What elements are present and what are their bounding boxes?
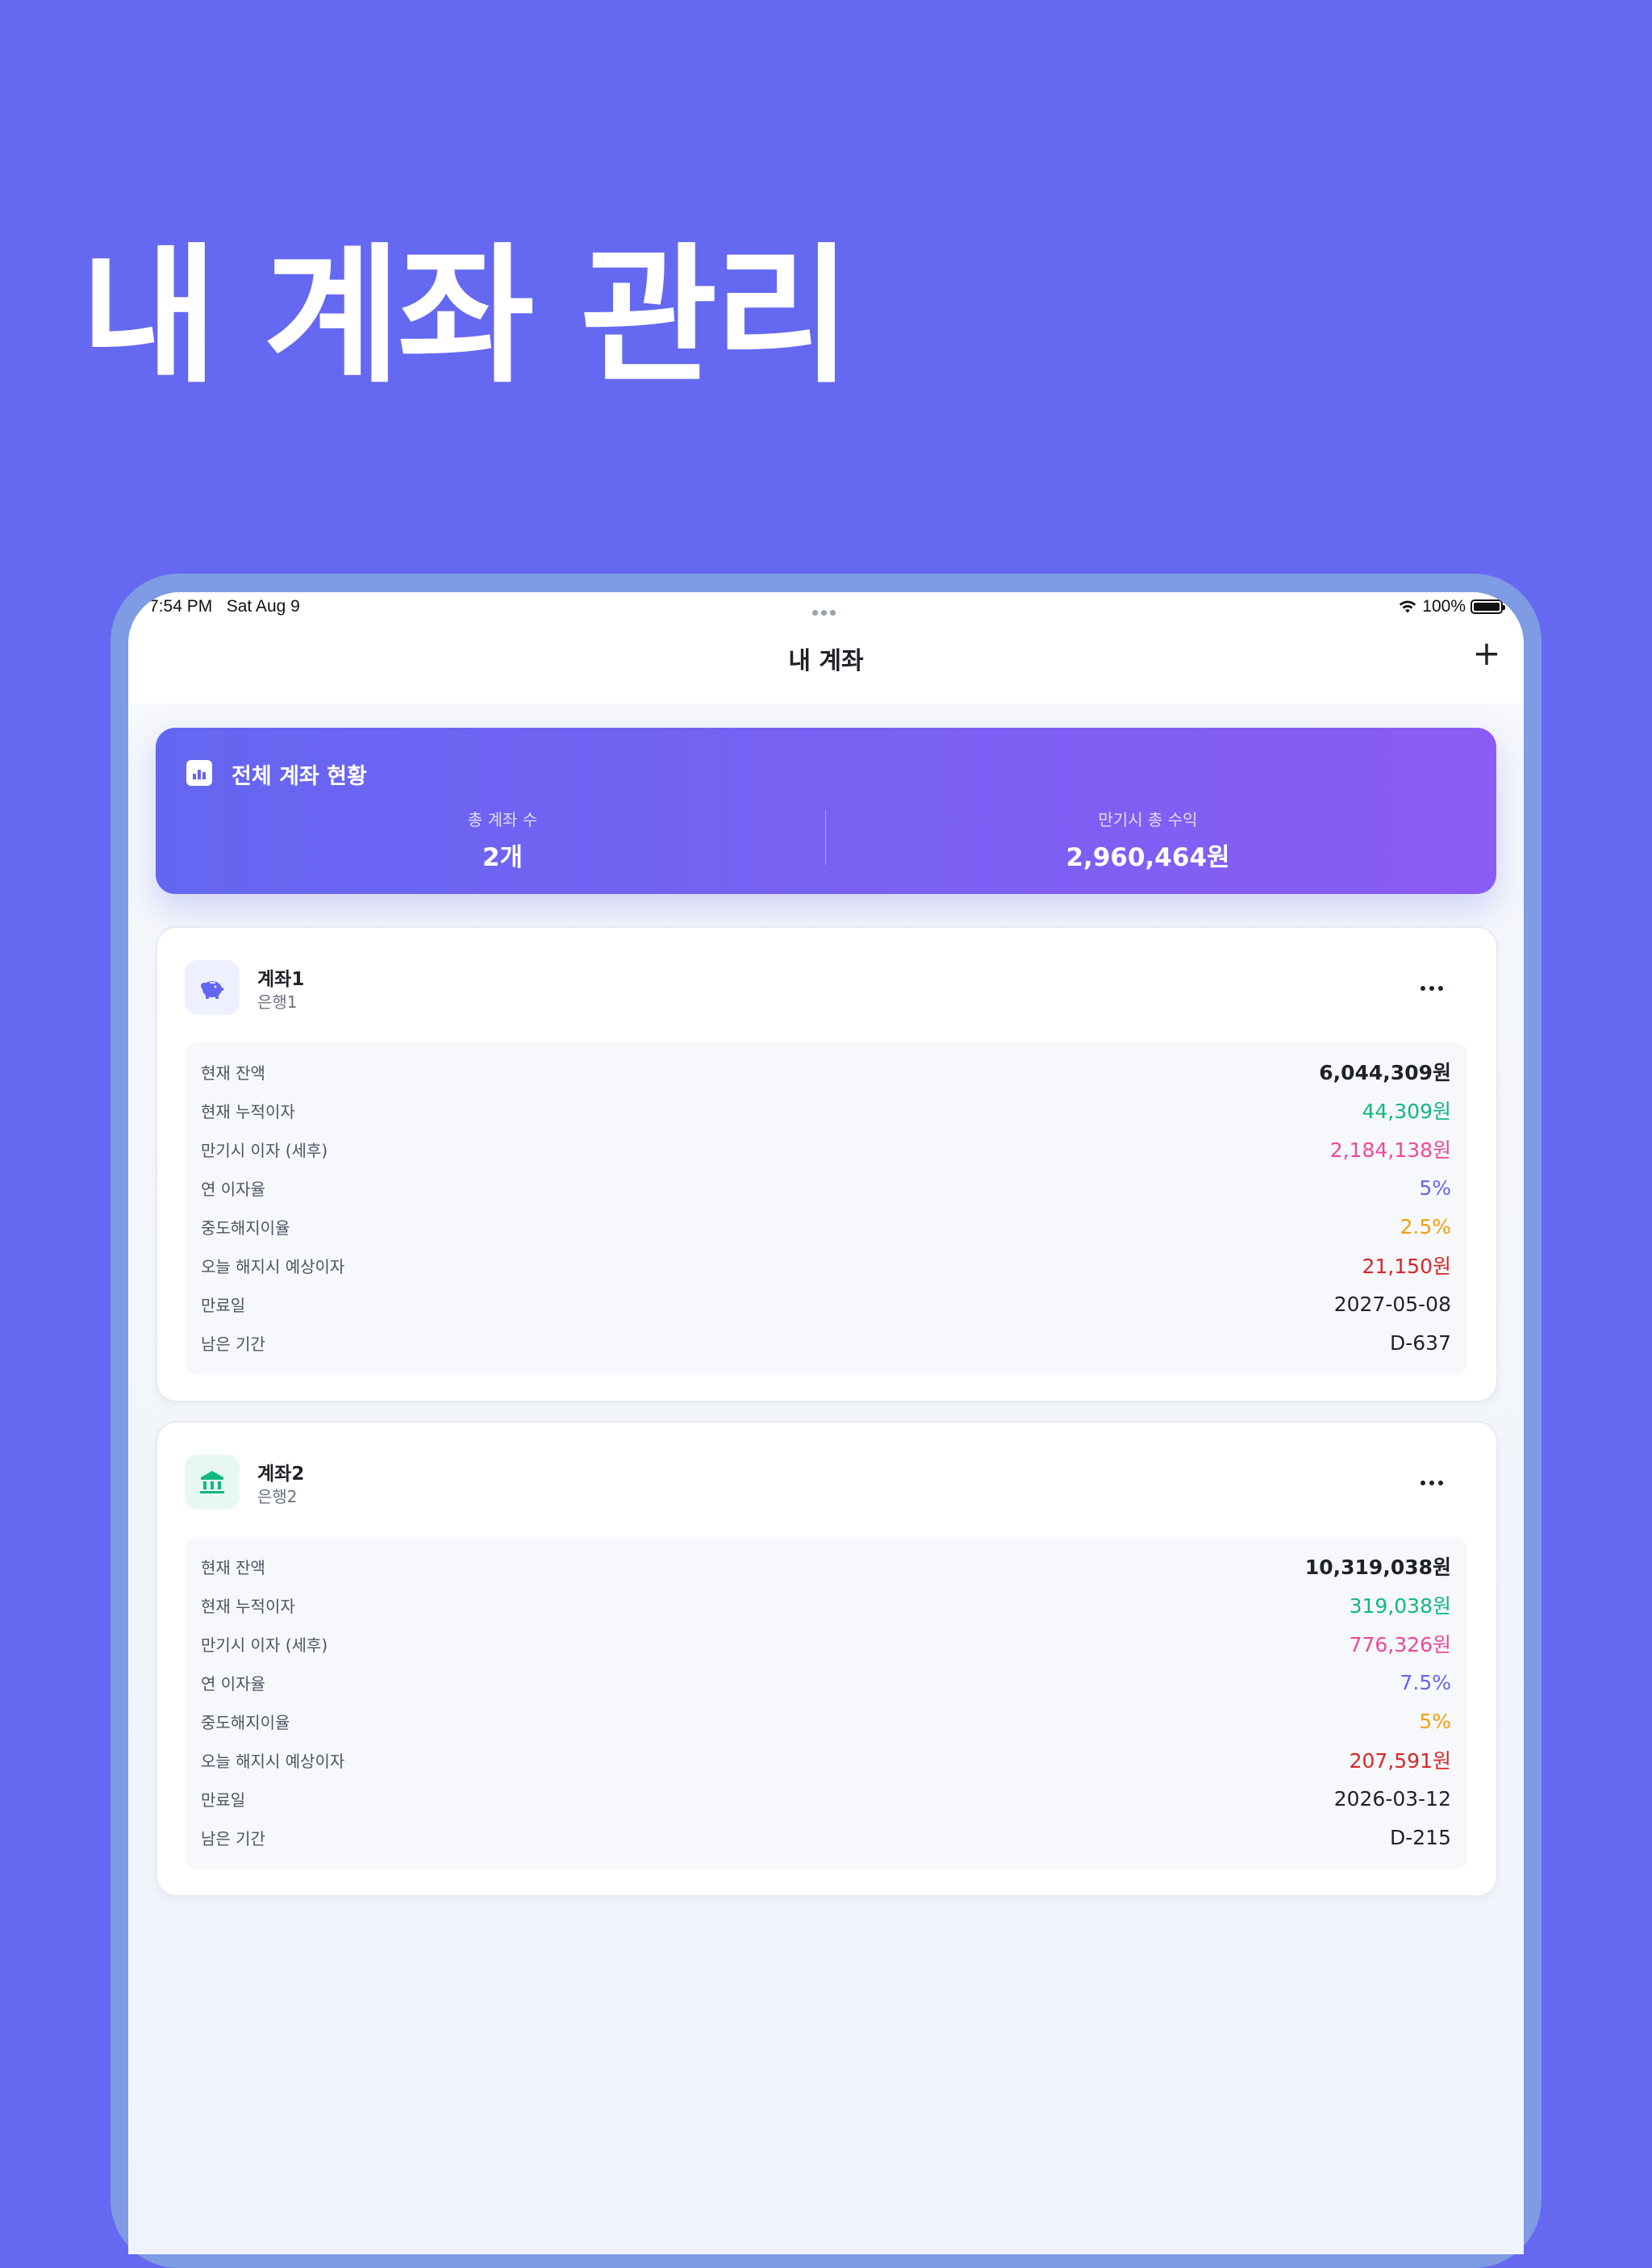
maturity-interest-label: 만기시 이자 (세후) xyxy=(201,1635,328,1655)
status-date-text: Sat Aug 9 xyxy=(226,597,300,616)
account-bank: 은행1 xyxy=(257,992,298,1012)
piggy-bank-icon xyxy=(185,960,240,1015)
account-details: 현재 잔액 10,319,038원 현재 누적이자 319,038원 만기시 이… xyxy=(185,1537,1467,1869)
account-name: 계좌2 xyxy=(257,1464,305,1485)
detail-row: 현재 잔액 10,319,038원 xyxy=(201,1550,1451,1582)
detail-row: 연 이자율 7.5% xyxy=(201,1666,1451,1698)
annual-rate-label: 연 이자율 xyxy=(201,1673,265,1694)
balance-value: 6,044,309원 xyxy=(1319,1061,1451,1084)
account-card[interactable]: 계좌2 은행2 현재 잔액 10,319,038원 현재 누적이자 319,03… xyxy=(156,1421,1498,1897)
total-accounts-value: 2개 xyxy=(482,843,524,872)
status-indicators: 100% xyxy=(1398,597,1505,616)
balance-label: 현재 잔액 xyxy=(201,1557,265,1577)
maturity-date-label: 만료일 xyxy=(201,1790,246,1810)
today-interest-label: 오늘 해지시 예상이자 xyxy=(201,1751,345,1771)
maturity-interest-label: 만기시 이자 (세후) xyxy=(201,1140,328,1160)
device-screen: 7:54 PM Sat Aug 9 100% 내 계좌 + 전체 계좌 현황 총… xyxy=(128,592,1524,2254)
bank-building-icon xyxy=(185,1455,240,1510)
status-bar: 7:54 PM Sat Aug 9 100% xyxy=(128,592,1524,623)
total-accounts-label: 총 계좌 수 xyxy=(467,810,538,829)
more-options-button[interactable] xyxy=(1412,1471,1451,1495)
detail-row: 남은 기간 D-215 xyxy=(201,1821,1451,1853)
remaining-period-label: 남은 기간 xyxy=(201,1828,265,1848)
maturity-interest-value: 776,326원 xyxy=(1349,1633,1451,1656)
detail-row: 연 이자율 5% xyxy=(201,1172,1451,1204)
account-name: 계좌1 xyxy=(257,969,305,990)
today-interest-label: 오늘 해지시 예상이자 xyxy=(201,1256,345,1276)
early-rate-value: 2.5% xyxy=(1400,1214,1451,1238)
remaining-period-value: D-215 xyxy=(1390,1825,1451,1849)
maturity-date-value: 2027-05-08 xyxy=(1333,1292,1451,1316)
detail-row: 중도해지이율 5% xyxy=(201,1705,1451,1737)
today-interest-value: 207,591원 xyxy=(1349,1749,1451,1773)
detail-row: 만기시 이자 (세후) 2,184,138원 xyxy=(201,1133,1451,1165)
total-profit-value: 2,960,464원 xyxy=(1066,843,1230,872)
detail-row: 현재 누적이자 44,309원 xyxy=(201,1094,1451,1126)
total-accounts-stat: 총 계좌 수 2개 xyxy=(180,807,825,873)
accrued-interest-label: 현재 누적이자 xyxy=(201,1596,295,1616)
summary-title: 전체 계좌 현황 xyxy=(232,764,367,789)
accrued-interest-value: 44,309원 xyxy=(1362,1100,1451,1123)
detail-row: 만기시 이자 (세후) 776,326원 xyxy=(201,1627,1451,1660)
summary-card: 전체 계좌 현황 총 계좌 수 2개 만기시 총 수익 2,960,464원 xyxy=(156,728,1496,894)
battery-icon xyxy=(1471,599,1505,614)
total-profit-label: 만기시 총 수익 xyxy=(1098,810,1198,829)
balance-value: 10,319,038원 xyxy=(1304,1556,1451,1579)
status-time: 7:54 PM Sat Aug 9 xyxy=(149,597,300,616)
early-rate-value: 5% xyxy=(1419,1709,1451,1733)
detail-row: 중도해지이율 2.5% xyxy=(201,1210,1451,1243)
remaining-period-label: 남은 기간 xyxy=(201,1334,265,1354)
today-interest-value: 21,150원 xyxy=(1362,1255,1451,1278)
early-rate-label: 중도해지이율 xyxy=(201,1712,290,1732)
account-details: 현재 잔액 6,044,309원 현재 누적이자 44,309원 만기시 이자 … xyxy=(185,1042,1467,1375)
annual-rate-label: 연 이자율 xyxy=(201,1179,265,1199)
wifi-icon xyxy=(1400,600,1416,613)
maturity-interest-value: 2,184,138원 xyxy=(1329,1138,1451,1162)
maturity-date-label: 만료일 xyxy=(201,1295,246,1315)
remaining-period-value: D-637 xyxy=(1390,1330,1451,1355)
early-rate-label: 중도해지이율 xyxy=(201,1218,290,1238)
nav-bar: 내 계좌 + xyxy=(128,623,1524,704)
multitasking-dots-icon[interactable] xyxy=(811,604,837,619)
add-account-button[interactable]: + xyxy=(1471,637,1503,670)
page-title: 내 계좌 xyxy=(788,647,864,675)
status-time-text: 7:54 PM xyxy=(149,597,213,616)
detail-row: 만료일 2026-03-12 xyxy=(201,1782,1451,1815)
accrued-interest-label: 현재 누적이자 xyxy=(201,1101,295,1121)
more-options-button[interactable] xyxy=(1412,976,1451,1000)
chart-icon xyxy=(186,760,212,786)
balance-label: 현재 잔액 xyxy=(201,1063,265,1083)
accrued-interest-value: 319,038원 xyxy=(1349,1594,1451,1618)
detail-row: 오늘 해지시 예상이자 207,591원 xyxy=(201,1744,1451,1776)
detail-row: 현재 잔액 6,044,309원 xyxy=(201,1055,1451,1088)
account-bank: 은행2 xyxy=(257,1487,298,1506)
detail-row: 오늘 해지시 예상이자 21,150원 xyxy=(201,1249,1451,1281)
total-profit-stat: 만기시 총 수익 2,960,464원 xyxy=(825,807,1471,873)
detail-row: 남은 기간 D-637 xyxy=(201,1326,1451,1359)
battery-percent: 100% xyxy=(1422,597,1466,616)
account-card[interactable]: 계좌1 은행1 현재 잔액 6,044,309원 현재 누적이자 44,309원… xyxy=(156,926,1498,1402)
detail-row: 만료일 2027-05-08 xyxy=(201,1288,1451,1320)
annual-rate-value: 5% xyxy=(1419,1176,1451,1200)
headline: 내 계좌 관리 xyxy=(81,229,852,403)
detail-row: 현재 누적이자 319,038원 xyxy=(201,1589,1451,1621)
annual-rate-value: 7.5% xyxy=(1400,1670,1451,1694)
maturity-date-value: 2026-03-12 xyxy=(1333,1786,1451,1811)
